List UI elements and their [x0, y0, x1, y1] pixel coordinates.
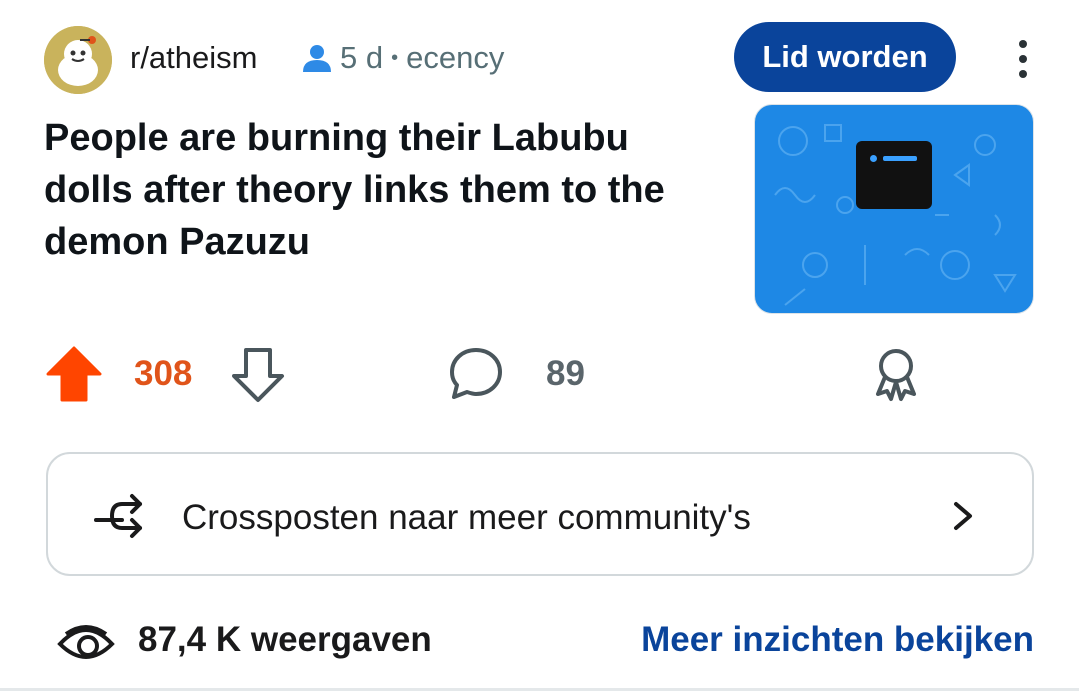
post-meta: 5 d • ecency: [300, 40, 504, 76]
join-button[interactable]: Lid worden: [734, 22, 956, 92]
crosspost-label: Crossposten naar meer community's: [182, 498, 751, 537]
more-vertical-icon[interactable]: [1008, 36, 1038, 82]
divider: [0, 688, 1079, 691]
post-footer: 87,4 K weergaven Meer inzichten bekijken: [56, 614, 1036, 670]
post-title[interactable]: People are burning their Labubu dolls af…: [44, 112, 724, 268]
post-actions: 308 89: [44, 340, 1034, 410]
comment-count: 89: [546, 354, 585, 393]
meta-separator: •: [391, 46, 399, 69]
downvote-icon[interactable]: [230, 346, 286, 404]
insights-link[interactable]: Meer inzichten bekijken: [641, 620, 1034, 660]
view-count: 87,4 K weergaven: [138, 620, 432, 659]
chevron-right-icon: [954, 502, 972, 530]
eye-icon: [57, 625, 115, 659]
link-preview-icon: [856, 141, 932, 209]
snoo-avatar-icon: [44, 26, 112, 94]
crosspost-icon: [94, 494, 142, 538]
award-icon[interactable]: [872, 346, 920, 402]
link-thumbnail[interactable]: [754, 104, 1034, 314]
subreddit-name[interactable]: r/atheism: [130, 40, 257, 76]
post-age: 5 d: [340, 40, 384, 75]
crosspost-button[interactable]: Crossposten naar meer community's: [46, 452, 1034, 576]
thumbnail-pattern: [774, 124, 1017, 306]
subreddit-avatar[interactable]: [44, 26, 112, 94]
upvote-icon[interactable]: [44, 344, 104, 404]
vote-score: 308: [134, 354, 193, 393]
post-author[interactable]: ecency: [406, 40, 504, 76]
post-header: r/atheism 5 d • ecency Lid worden: [44, 22, 1044, 94]
person-icon: [303, 45, 331, 72]
comment-icon[interactable]: [448, 344, 504, 402]
